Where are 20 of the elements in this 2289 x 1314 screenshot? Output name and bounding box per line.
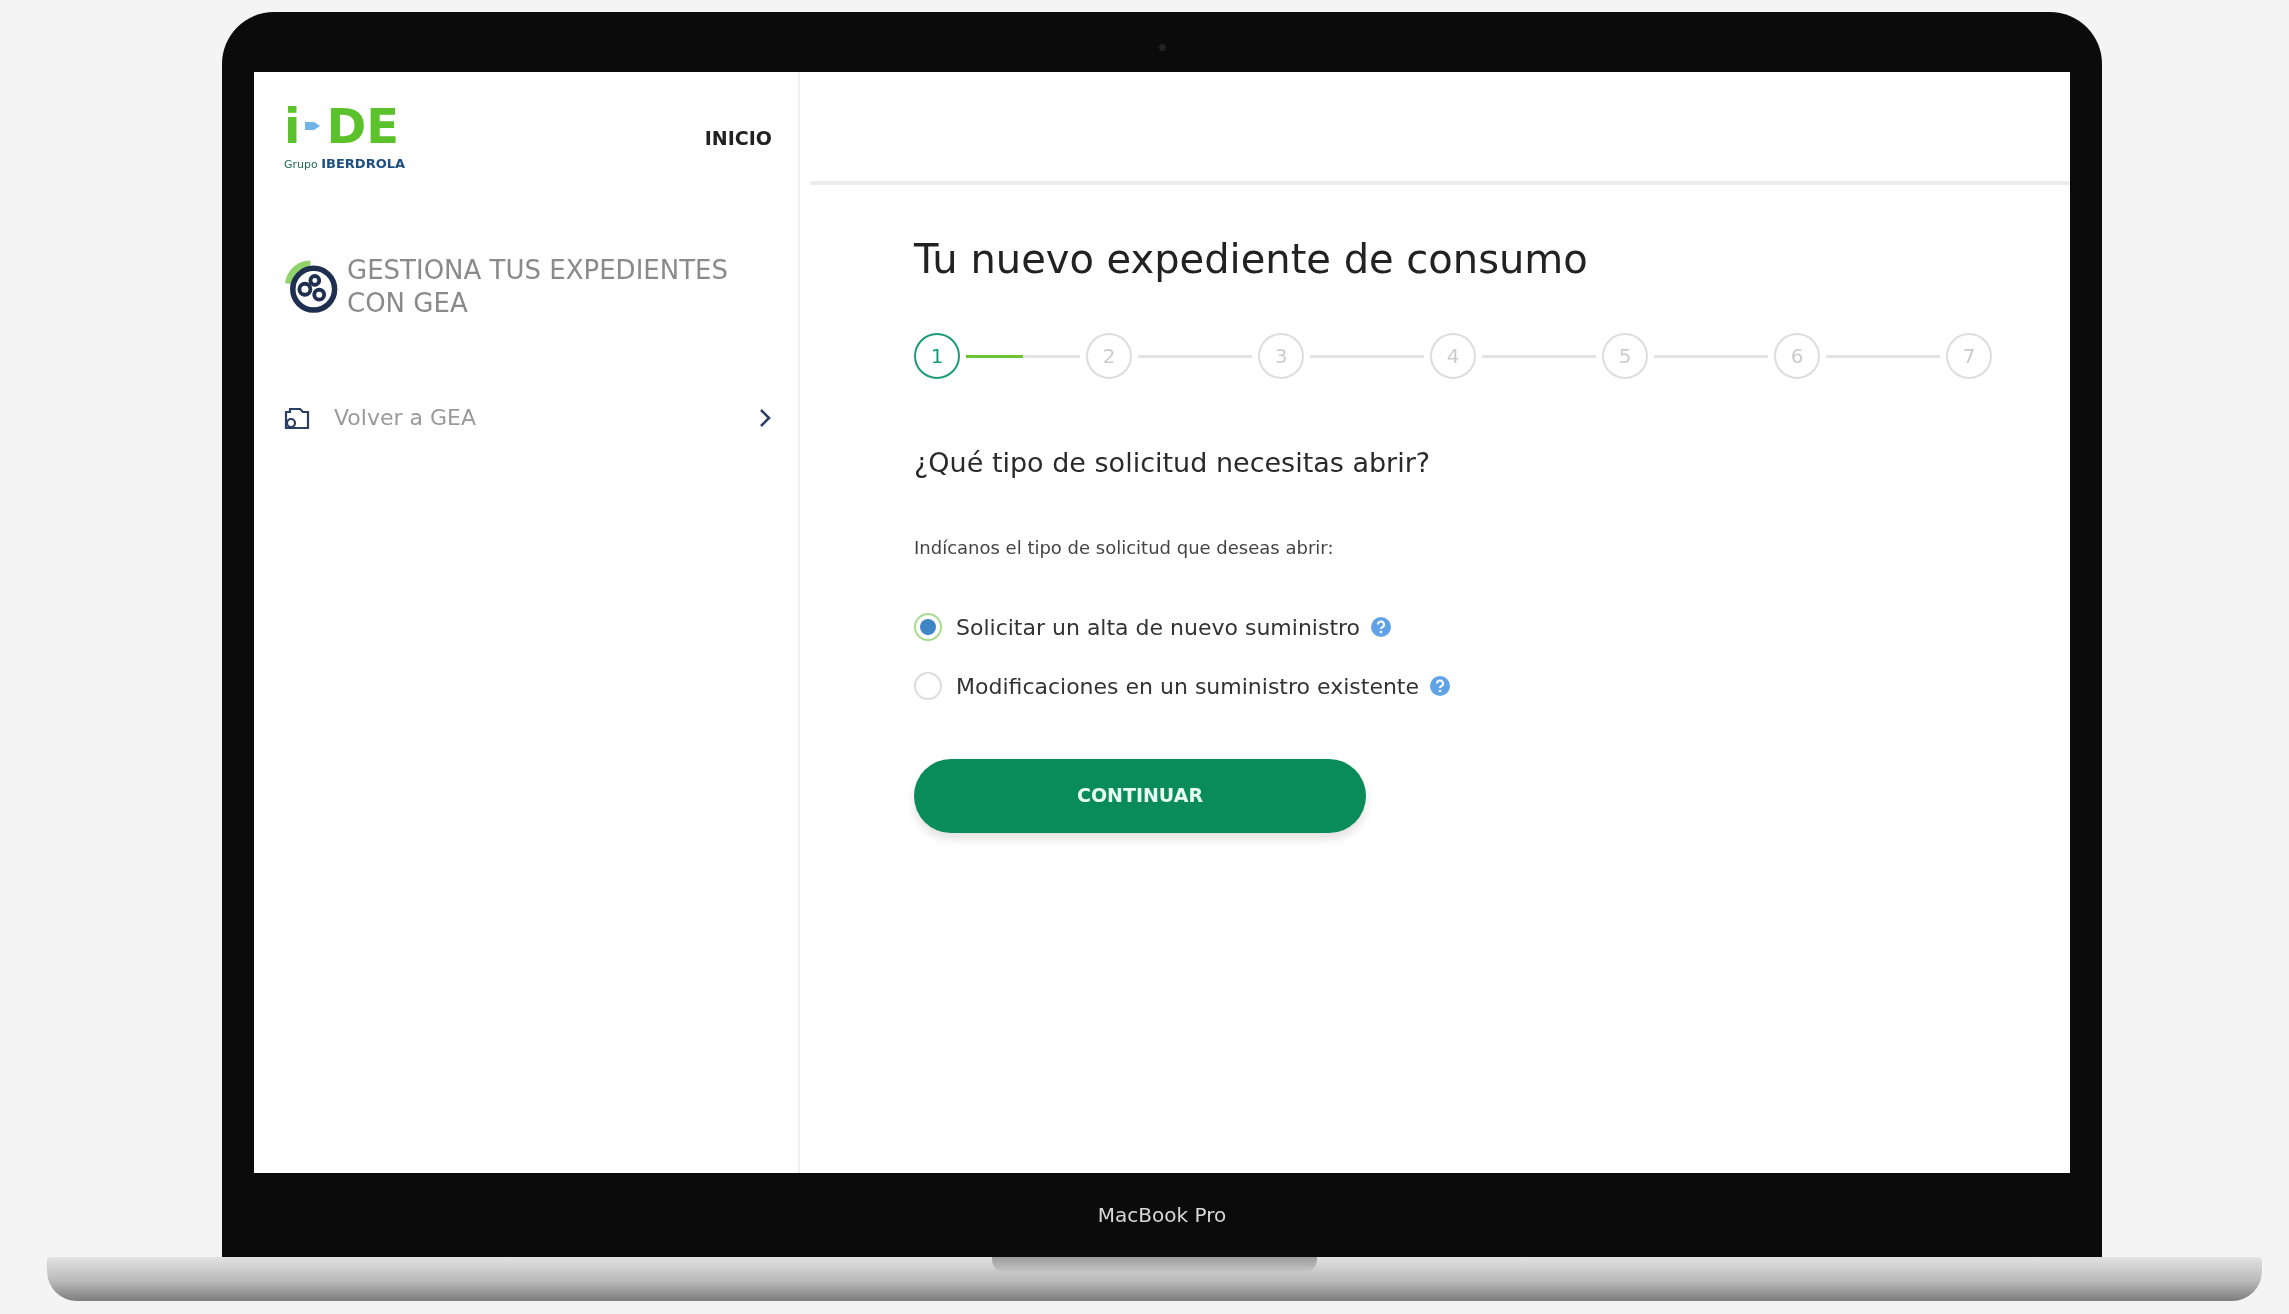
section-heading: GESTIONA TUS EXPEDIENTES CON GEA: [347, 253, 729, 321]
chevron-icon: [758, 406, 772, 429]
logo-subtitle: Grupo IBERDROLA: [284, 155, 406, 173]
instruction-text: Indícanos el tipo de solicitud que deseas abrir:: [914, 535, 1335, 560]
question-text: ¿Qué tipo de solicitud necesitas abrir?: [914, 446, 1432, 480]
camera-icon: [1159, 44, 1166, 51]
option-label[interactable]: Solicitar un alta de nuevo suministro: [956, 610, 1361, 644]
continue-button[interactable]: CONTINUAR: [914, 758, 1366, 833]
logo-text: DE: [326, 102, 400, 150]
page-title: Tu nuevo expediente de consumo: [914, 235, 1589, 283]
radio-button[interactable]: [914, 672, 942, 700]
help-icon[interactable]: [1429, 675, 1452, 697]
device-label: MacBook Pro: [1097, 1202, 1227, 1229]
step-indicator: 1: [914, 333, 960, 379]
radio-button[interactable]: [914, 613, 942, 641]
home-link[interactable]: INICIO: [704, 124, 772, 153]
help-icon[interactable]: [1370, 616, 1393, 638]
logo-letter: i: [284, 102, 301, 150]
folder-icon: [284, 405, 310, 430]
option-label[interactable]: Modificaciones en un suministro existente: [956, 669, 1420, 703]
